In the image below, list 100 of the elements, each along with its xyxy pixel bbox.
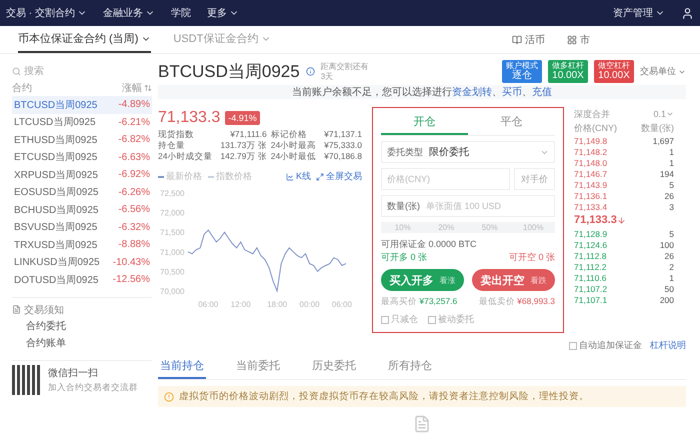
warning-icon — [164, 392, 174, 402]
nav-menu-item[interactable]: 交易 · 交割合约 — [6, 6, 87, 20]
y-axis-label: 71,000 — [160, 248, 184, 257]
grid-icon — [567, 34, 577, 44]
unit-label: 交易单位 — [640, 65, 676, 78]
sidebar-link[interactable]: 合约委托 — [12, 318, 152, 334]
search-icon — [12, 66, 21, 76]
contract-list-item[interactable]: ETCUSD当周0925 -6.63% — [12, 148, 152, 166]
auto-margin-option[interactable]: 自动追加保证金 — [569, 339, 642, 352]
ask-quantity: 1 — [669, 158, 674, 168]
contract-list-item[interactable]: BTCUSD当周0925 -4.89% — [12, 96, 152, 114]
ask-price: 71,133.4 — [574, 202, 608, 212]
ask-quantity: 26 — [664, 190, 674, 200]
qr-title: 微信扫一扫 — [48, 366, 99, 380]
nav-menu-item[interactable]: 更多 — [206, 6, 239, 20]
contract-list-item[interactable]: LTCUSD当周0925 -6.21% — [12, 114, 152, 131]
positions-tab[interactable]: 当前委托 — [234, 354, 282, 379]
depth-select[interactable]: 0.1 — [653, 109, 674, 119]
nav-menu-item[interactable]: 金融业务 — [102, 6, 155, 20]
balance-notice: 当前账户余额不足，您可以选择进行资金划转、买币、充值 — [292, 86, 552, 99]
order-type-select[interactable]: 委托类型 限价委托 — [381, 141, 555, 163]
leverage-button[interactable]: 账户模式 逐仓 — [502, 60, 542, 83]
qr-subtitle: 加入合约交易者交流群 — [48, 382, 138, 394]
available-margin: 可用保证金 0.0000 BTC — [381, 238, 477, 251]
contract-list-item[interactable]: ETHUSD当周0925 -6.82% — [12, 131, 152, 148]
column-header: 价格(CNY) — [574, 122, 617, 134]
order-button[interactable]: 买入开多 看涨 — [381, 269, 464, 291]
notice-link[interactable]: 充值 — [532, 87, 552, 98]
checkbox[interactable] — [428, 316, 436, 324]
quantity-input[interactable]: 数量(张) 单张面值 100 USD — [381, 195, 555, 217]
ask-quantity: 1,697 — [652, 136, 674, 146]
contract-list-item[interactable]: BSVUSD当周0925 -6.32% — [12, 218, 152, 236]
positions-tab[interactable]: 所有持仓 — [386, 354, 434, 379]
checkbox[interactable] — [569, 342, 577, 350]
stat-value: ¥71,137.1 — [323, 129, 362, 140]
empty-document-icon — [413, 415, 431, 433]
last-price: 71,133.3 — [158, 109, 220, 127]
contract-title: BTCUSD当周0925 — [158, 61, 300, 83]
chart-link[interactable]: K线 — [286, 170, 311, 183]
y-axis-label: 70,000 — [160, 287, 184, 296]
checkbox[interactable] — [381, 316, 389, 324]
bid-quantity: 26 — [664, 250, 674, 260]
stat-value: 131.73万 张 — [219, 140, 267, 151]
header-link[interactable]: 活币 — [512, 26, 545, 53]
order-tab[interactable]: 开仓 — [381, 112, 468, 135]
arrow-down-icon — [616, 216, 626, 224]
stat-value: ¥70,186.8 — [323, 151, 362, 162]
stat-label: 24小时最高 — [270, 140, 318, 151]
asset-management-menu[interactable]: 资产管理 — [613, 6, 665, 20]
risk-warning: 虚拟货币的价格波动剧烈，投资虚拟货币存在较高风险，请投资者注意控制风险，理性投资。 — [179, 390, 589, 403]
column-header: 数量(张) — [641, 122, 674, 134]
user-icon[interactable] — [681, 6, 694, 20]
notice-link[interactable]: 买币 — [502, 87, 522, 98]
x-axis-label: 06:00 — [332, 300, 352, 309]
ask-quantity: 5 — [669, 180, 674, 190]
chevron-down-icon — [666, 110, 674, 118]
can-open-short: 可开空 0 张 — [508, 251, 555, 264]
bid-price: 71,107.1 — [574, 294, 608, 304]
stat-value: ¥71,111.6 — [229, 129, 267, 140]
guide-link[interactable]: 杠杆说明 — [650, 339, 686, 352]
nav-menu-item[interactable]: 学院 — [170, 6, 191, 20]
sidebar-link[interactable]: 合约账单 — [12, 334, 152, 352]
bid-price: 71,128.9 — [574, 228, 608, 238]
leverage-button[interactable]: 做多杠杆 10.00X — [548, 60, 588, 83]
notice-link[interactable]: 资金划转 — [452, 87, 492, 98]
fullscreen-icon — [316, 172, 324, 180]
contract-list-item[interactable]: DOTUSD当周0925 -12.56% — [12, 271, 152, 288]
contract-list-item[interactable]: LINKUSD当周0925 -10.43% — [12, 254, 152, 271]
contract-type-tab[interactable]: 币本位保证金合约 (当周) — [18, 26, 152, 53]
sort-icon[interactable] — [144, 84, 152, 92]
bid-price: 71,107.2 — [574, 284, 608, 294]
positions-tab[interactable]: 历史委托 — [310, 354, 358, 379]
leverage-button[interactable]: 做空杠杆 10.00X — [594, 60, 634, 83]
column-header: 涨幅 — [122, 82, 142, 95]
bid-quantity: 200 — [660, 294, 674, 304]
contract-list-item[interactable]: BCHUSD当周0925 -6.56% — [12, 201, 152, 218]
chart-link[interactable]: 全屏交易 — [316, 170, 362, 183]
positions-tab[interactable]: 当前持仓 — [158, 354, 206, 379]
bid-quantity: 100 — [660, 240, 674, 250]
bid-price: 71,112.8 — [574, 250, 606, 260]
ask-price: 71,148.0 — [574, 158, 608, 168]
ask-price: 71,146.7 — [574, 168, 608, 178]
bid-quantity: 50 — [664, 284, 674, 294]
bid-price: 71,110.6 — [574, 272, 606, 282]
order-tab[interactable]: 平仓 — [468, 112, 555, 135]
stat-label: 现货指数 — [158, 129, 195, 140]
bid-quantity: 5 — [669, 228, 674, 238]
order-button[interactable]: 卖出开空 看跌 — [472, 269, 555, 291]
contract-list-item[interactable]: XRPUSD当周0925 -6.92% — [12, 166, 152, 184]
header-link[interactable]: 市 — [567, 26, 590, 53]
contract-list-item[interactable]: TRXUSD当周0925 -8.88% — [12, 236, 152, 254]
contract-list-item[interactable]: EOSUSD当周0925 -6.26% — [12, 184, 152, 201]
x-axis-label: 18:00 — [267, 300, 288, 309]
contract-type-tab[interactable]: USDT保证金合约 — [173, 26, 272, 53]
stat-value: ¥75,333.0 — [323, 140, 362, 151]
bid-price: 71,124.6 — [574, 240, 608, 250]
legend-label: 最新价格 — [166, 170, 202, 183]
info-icon[interactable] — [306, 67, 315, 76]
ask-price: 71,148.2 — [574, 146, 608, 156]
book-icon — [512, 34, 522, 44]
